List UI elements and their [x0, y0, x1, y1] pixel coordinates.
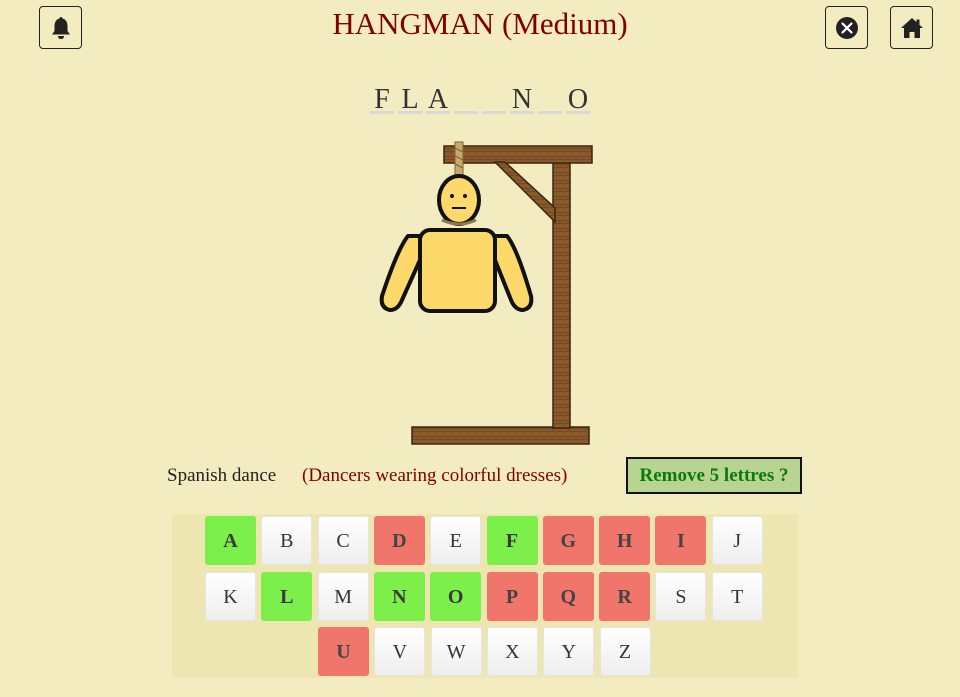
key-e[interactable]: E — [430, 516, 482, 565]
key-b[interactable]: B — [261, 516, 313, 565]
key-a[interactable]: A — [205, 516, 256, 565]
key-x[interactable]: X — [486, 627, 538, 676]
quit-game-button[interactable] — [825, 6, 868, 49]
key-s[interactable]: S — [655, 571, 707, 621]
figure-body — [418, 228, 497, 313]
key-w[interactable]: W — [430, 627, 482, 676]
letter-keyboard: ABCDEFGHIJ KLMNOPQRST UVWXYZ — [172, 514, 798, 678]
word-letter: L — [398, 84, 422, 115]
figure-right-arm — [493, 234, 534, 312]
home-button[interactable] — [890, 6, 933, 49]
word-display: FLA N O — [0, 84, 960, 115]
key-l[interactable]: L — [261, 571, 313, 621]
key-v[interactable]: V — [374, 627, 426, 676]
key-p[interactable]: P — [486, 571, 538, 621]
rope — [454, 141, 464, 177]
key-y[interactable]: Y — [543, 627, 595, 676]
word-letter: N — [510, 84, 534, 115]
key-f[interactable]: F — [486, 516, 538, 565]
key-n[interactable]: N — [373, 571, 425, 621]
word-blank — [482, 84, 506, 114]
hint-row: Spanish dance (Dancers wearing colorful … — [0, 465, 960, 489]
word-letter: F — [370, 84, 394, 115]
word-blank — [538, 84, 562, 114]
figure-head — [437, 174, 481, 226]
key-h[interactable]: H — [599, 516, 651, 565]
key-q[interactable]: Q — [542, 571, 594, 621]
page-title: HANGMAN (Medium) — [332, 6, 628, 41]
remove-letters-button[interactable]: Remove 5 lettres ? — [626, 457, 802, 494]
key-j[interactable]: J — [711, 516, 763, 565]
key-z[interactable]: Z — [599, 627, 651, 676]
hint-category: Spanish dance — [167, 465, 277, 486]
hangman-drawing — [379, 141, 593, 445]
key-i[interactable]: I — [655, 516, 707, 565]
word-letter: O — [566, 84, 590, 115]
figure-left-arm — [379, 234, 422, 312]
key-t[interactable]: T — [711, 571, 763, 621]
hanged-figure — [379, 174, 534, 313]
key-k[interactable]: K — [205, 571, 256, 621]
key-u[interactable]: U — [318, 627, 369, 676]
key-o[interactable]: O — [430, 571, 482, 621]
key-r[interactable]: R — [599, 571, 651, 621]
close-circle-icon — [835, 16, 858, 39]
key-m[interactable]: M — [317, 571, 369, 621]
key-c[interactable]: C — [317, 516, 369, 565]
word-blank — [454, 84, 478, 114]
key-d[interactable]: D — [373, 516, 425, 565]
hint-clue: (Dancers wearing colorful dresses) — [302, 465, 568, 486]
word-letter: A — [426, 84, 450, 115]
home-icon — [900, 17, 923, 38]
key-g[interactable]: G — [542, 516, 594, 565]
